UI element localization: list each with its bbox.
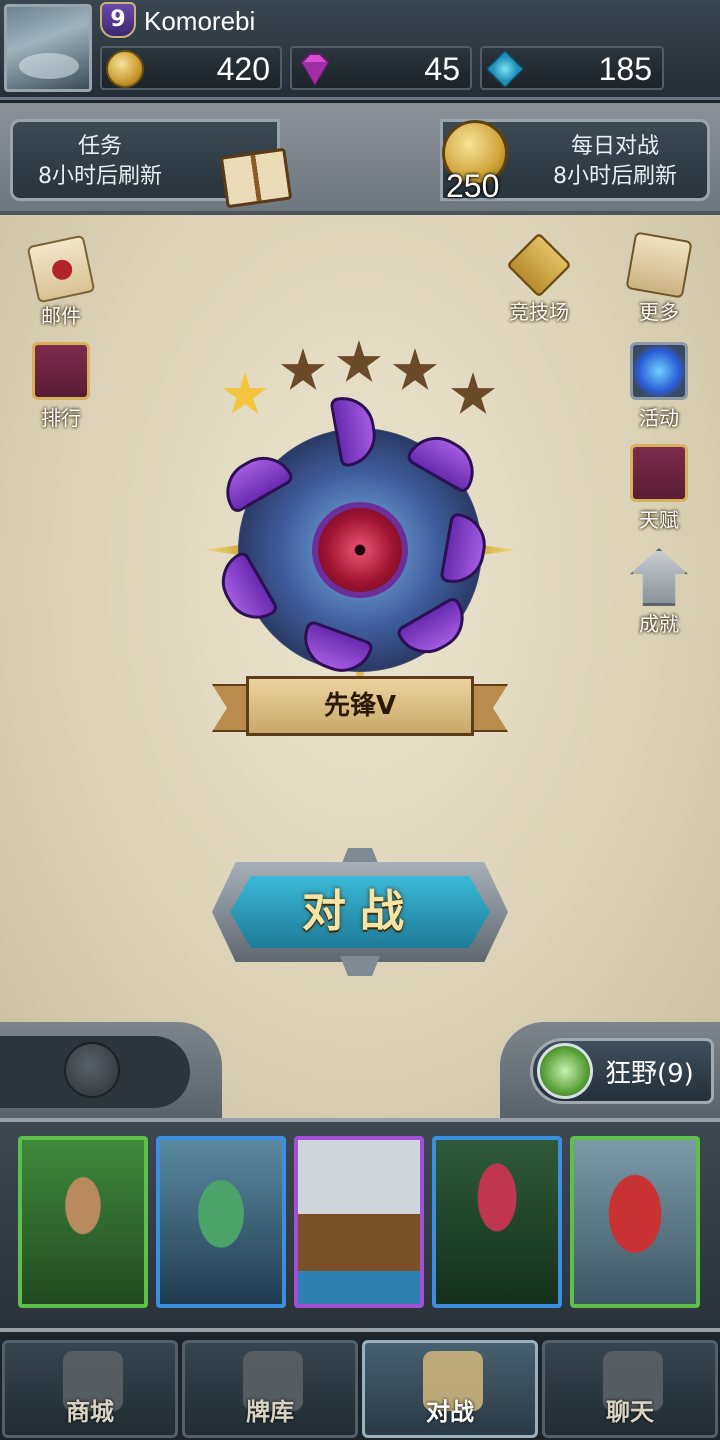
events-button[interactable]: 活动 [614,342,704,431]
mail-icon [26,234,96,304]
achievement-arrow-icon [630,548,688,606]
mail-button[interactable]: 邮件 [16,234,106,329]
rank-banner: 先锋V [212,676,508,736]
mail-label: 邮件 [41,304,81,328]
quest-row: 任务 8小时后刷新 每日对战 8小时后刷新 [0,103,720,215]
rank-button[interactable]: 排行 [16,342,106,431]
book-icon [219,147,293,209]
quests-button[interactable]: 任务 8小时后刷新 [10,119,293,209]
talent-banner-icon [630,444,688,502]
portal-icon [630,342,688,400]
player-level-badge: 9 [100,2,136,38]
card-art-warrior [22,1140,144,1304]
player-name: Komorebi [144,6,256,36]
gold-value: 420 [216,51,270,87]
battle-button-label: 对战 [230,876,490,948]
rank-title: 先锋V [246,676,474,736]
deck-selector[interactable]: 狂野(9) [530,1038,714,1104]
daily-battle-refresh-text: 8小时后刷新 [553,164,677,189]
top-bar: 9 Komorebi 420 45 185 [0,0,720,100]
deck-card-strip [0,1118,720,1332]
more-button[interactable]: 更多 [614,231,704,325]
quests-title: 任务 [77,134,122,159]
gem-icon [300,53,330,86]
card-art-dragon [574,1140,696,1304]
nav-tab-label: 牌库 [246,1398,294,1426]
deck-card[interactable] [18,1136,148,1308]
nav-tab-label: 聊天 [606,1398,654,1426]
deck-card[interactable] [432,1136,562,1308]
achievements-label: 成就 [639,612,679,636]
deck-card[interactable] [570,1136,700,1308]
achievements-button[interactable]: 成就 [614,548,704,637]
quests-refresh-text: 8小时后刷新 [38,164,162,189]
tray-knob[interactable] [64,1042,120,1098]
crystal-shard-icon [485,49,525,89]
rank-banner-icon [32,342,90,400]
talent-label: 天赋 [639,508,679,532]
deck-tray-left [0,1022,222,1118]
more-label: 更多 [639,300,679,324]
nav-tab-label: 对战 [426,1398,474,1426]
daily-reward-amount: 250 [446,168,500,204]
rank-label: 排行 [41,406,81,430]
shard-counter[interactable]: 185 [480,46,664,90]
arena-button[interactable]: 竞技场 [494,232,584,325]
rank-emblem[interactable] [210,392,510,700]
battle-button[interactable]: 对战 [212,848,508,976]
events-label: 活动 [639,406,679,430]
gold-coin-icon [106,50,144,88]
talent-button[interactable]: 天赋 [614,444,704,533]
deck-tray-right: 狂野(9) [500,1022,720,1118]
leaf-icon [537,1043,593,1099]
deck-card[interactable] [156,1136,286,1308]
player-avatar[interactable] [4,4,92,92]
arena-label: 竞技场 [509,300,569,324]
crossed-swords-icon [506,232,572,298]
bottom-nav: 商城 牌库 对战 聊天 [0,1336,720,1440]
battle-button-cap-bottom [340,956,380,976]
deck-label: 狂野(9) [605,1059,694,1089]
nav-tab-chat[interactable]: 聊天 [542,1340,718,1438]
nav-tab-label: 商城 [66,1398,114,1426]
gold-counter[interactable]: 420 [100,46,282,90]
nav-tab-collection[interactable]: 牌库 [182,1340,358,1438]
gem-counter[interactable]: 45 [290,46,472,90]
card-art-ship [298,1140,420,1304]
card-art-plant [436,1140,558,1304]
nav-tab-battle[interactable]: 对战 [362,1340,538,1438]
shard-value: 185 [598,51,652,87]
card-art-fairy [160,1140,282,1304]
magnifier-scroll-icon [625,231,693,299]
deck-card[interactable] [294,1136,424,1308]
emblem-eye [312,502,408,598]
daily-battle-title: 每日对战 [570,134,659,159]
nav-tab-shop[interactable]: 商城 [2,1340,178,1438]
gem-value: 45 [424,51,460,87]
